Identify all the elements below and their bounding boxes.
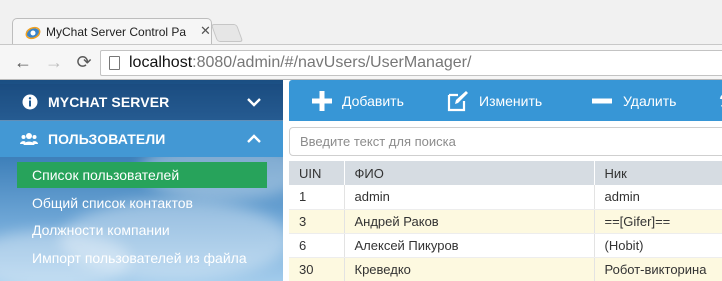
action-toolbar: Добавить Изменить Удалить (289, 80, 722, 121)
table-row[interactable]: 30 Креведко Робот-викторина (289, 257, 722, 281)
delete-button[interactable]: Удалить (591, 80, 701, 121)
users-table: UIN ФИО Ник 1 admin admin 3 Андрей Раков… (289, 161, 722, 281)
delete-button-label: Удалить (623, 93, 677, 109)
column-header-fio[interactable]: ФИО (344, 161, 595, 185)
app-area: MYCHAT SERVER ПОЛЬЗОВАТЕЛИ Список пользо… (0, 80, 722, 281)
url-path: :8080/admin/#/navUsers/UserManager/ (192, 54, 472, 71)
forward-arrow-icon[interactable]: → (43, 51, 65, 73)
new-tab-button[interactable] (210, 24, 244, 42)
cell-nick: admin (594, 185, 722, 210)
section-mychat-server[interactable]: MYCHAT SERVER (0, 84, 283, 120)
chevron-down-icon[interactable] (246, 94, 262, 110)
close-tab-icon[interactable]: ✕ (200, 23, 211, 39)
section-label: ПОЛЬЗОВАТЕЛИ (48, 131, 166, 147)
table-row[interactable]: 1 admin admin (289, 185, 722, 210)
sidebar-item-user-list[interactable]: Список пользователей (17, 162, 267, 188)
browser-tab-title: MyChat Server Control Pa (46, 25, 187, 39)
cell-nick: (Hobit) (594, 233, 722, 258)
table-row[interactable]: 3 Андрей Раков ==[Gifer]== (289, 209, 722, 234)
cell-nick: ==[Gifer]== (594, 209, 722, 234)
cell-fio: admin (344, 185, 595, 210)
sidebar-item-contacts[interactable]: Общий список контактов (17, 190, 267, 216)
chevron-up-icon[interactable] (246, 131, 262, 147)
sidebar-item-import[interactable]: Импорт пользователей из файла (17, 245, 267, 271)
table-header-row: UIN ФИО Ник (289, 161, 722, 185)
add-button[interactable]: Добавить (311, 80, 421, 121)
minus-icon (592, 98, 612, 104)
back-arrow-icon[interactable]: ← (12, 51, 34, 73)
url-host: localhost (129, 54, 193, 71)
section-label: MYCHAT SERVER (48, 94, 170, 110)
main-panel: Добавить Изменить Удалить Введите текст … (283, 80, 722, 281)
users-icon (20, 133, 38, 145)
address-url: localhost:8080/admin/#/navUsers/UserMana… (129, 54, 471, 72)
search-input[interactable] (289, 127, 722, 156)
cell-uin: 3 (289, 209, 345, 234)
cell-fio: Креведко (344, 257, 595, 281)
column-header-uin[interactable]: UIN (289, 161, 345, 185)
browser-tabstrip: MyChat Server Control Pa ✕ (0, 0, 722, 45)
browser-tab[interactable]: MyChat Server Control Pa ✕ (12, 18, 212, 45)
cell-uin: 1 (289, 185, 345, 210)
edit-icon (447, 91, 468, 112)
browser-toolbar: ← → ⟳ localhost:8080/admin/#/navUsers/Us… (0, 44, 722, 80)
cell-fio: Алексей Пикуров (344, 233, 595, 258)
edit-button-label: Изменить (479, 93, 543, 109)
address-bar[interactable]: localhost:8080/admin/#/navUsers/UserMana… (100, 50, 722, 76)
table-row[interactable]: 6 Алексей Пикуров (Hobit) (289, 233, 722, 258)
plus-icon (312, 91, 332, 111)
section-users[interactable]: ПОЛЬЗОВАТЕЛИ (0, 121, 283, 157)
cell-uin: 6 (289, 233, 345, 258)
add-button-label: Добавить (342, 93, 404, 109)
mychat-favicon-icon (25, 26, 41, 40)
page-icon (109, 56, 120, 70)
cell-uin: 30 (289, 257, 345, 281)
refresh-button[interactable] (717, 80, 722, 121)
sidebar-item-positions[interactable]: Должности компании (17, 217, 267, 243)
column-header-nick[interactable]: Ник (594, 161, 722, 185)
edit-button[interactable]: Изменить (447, 80, 557, 121)
refresh-icon (719, 94, 722, 107)
info-icon (22, 94, 38, 110)
sidebar: MYCHAT SERVER ПОЛЬЗОВАТЕЛИ Список пользо… (0, 80, 283, 281)
reload-icon[interactable]: ⟳ (73, 51, 95, 73)
cell-fio: Андрей Раков (344, 209, 595, 234)
cell-nick: Робот-викторина (594, 257, 722, 281)
